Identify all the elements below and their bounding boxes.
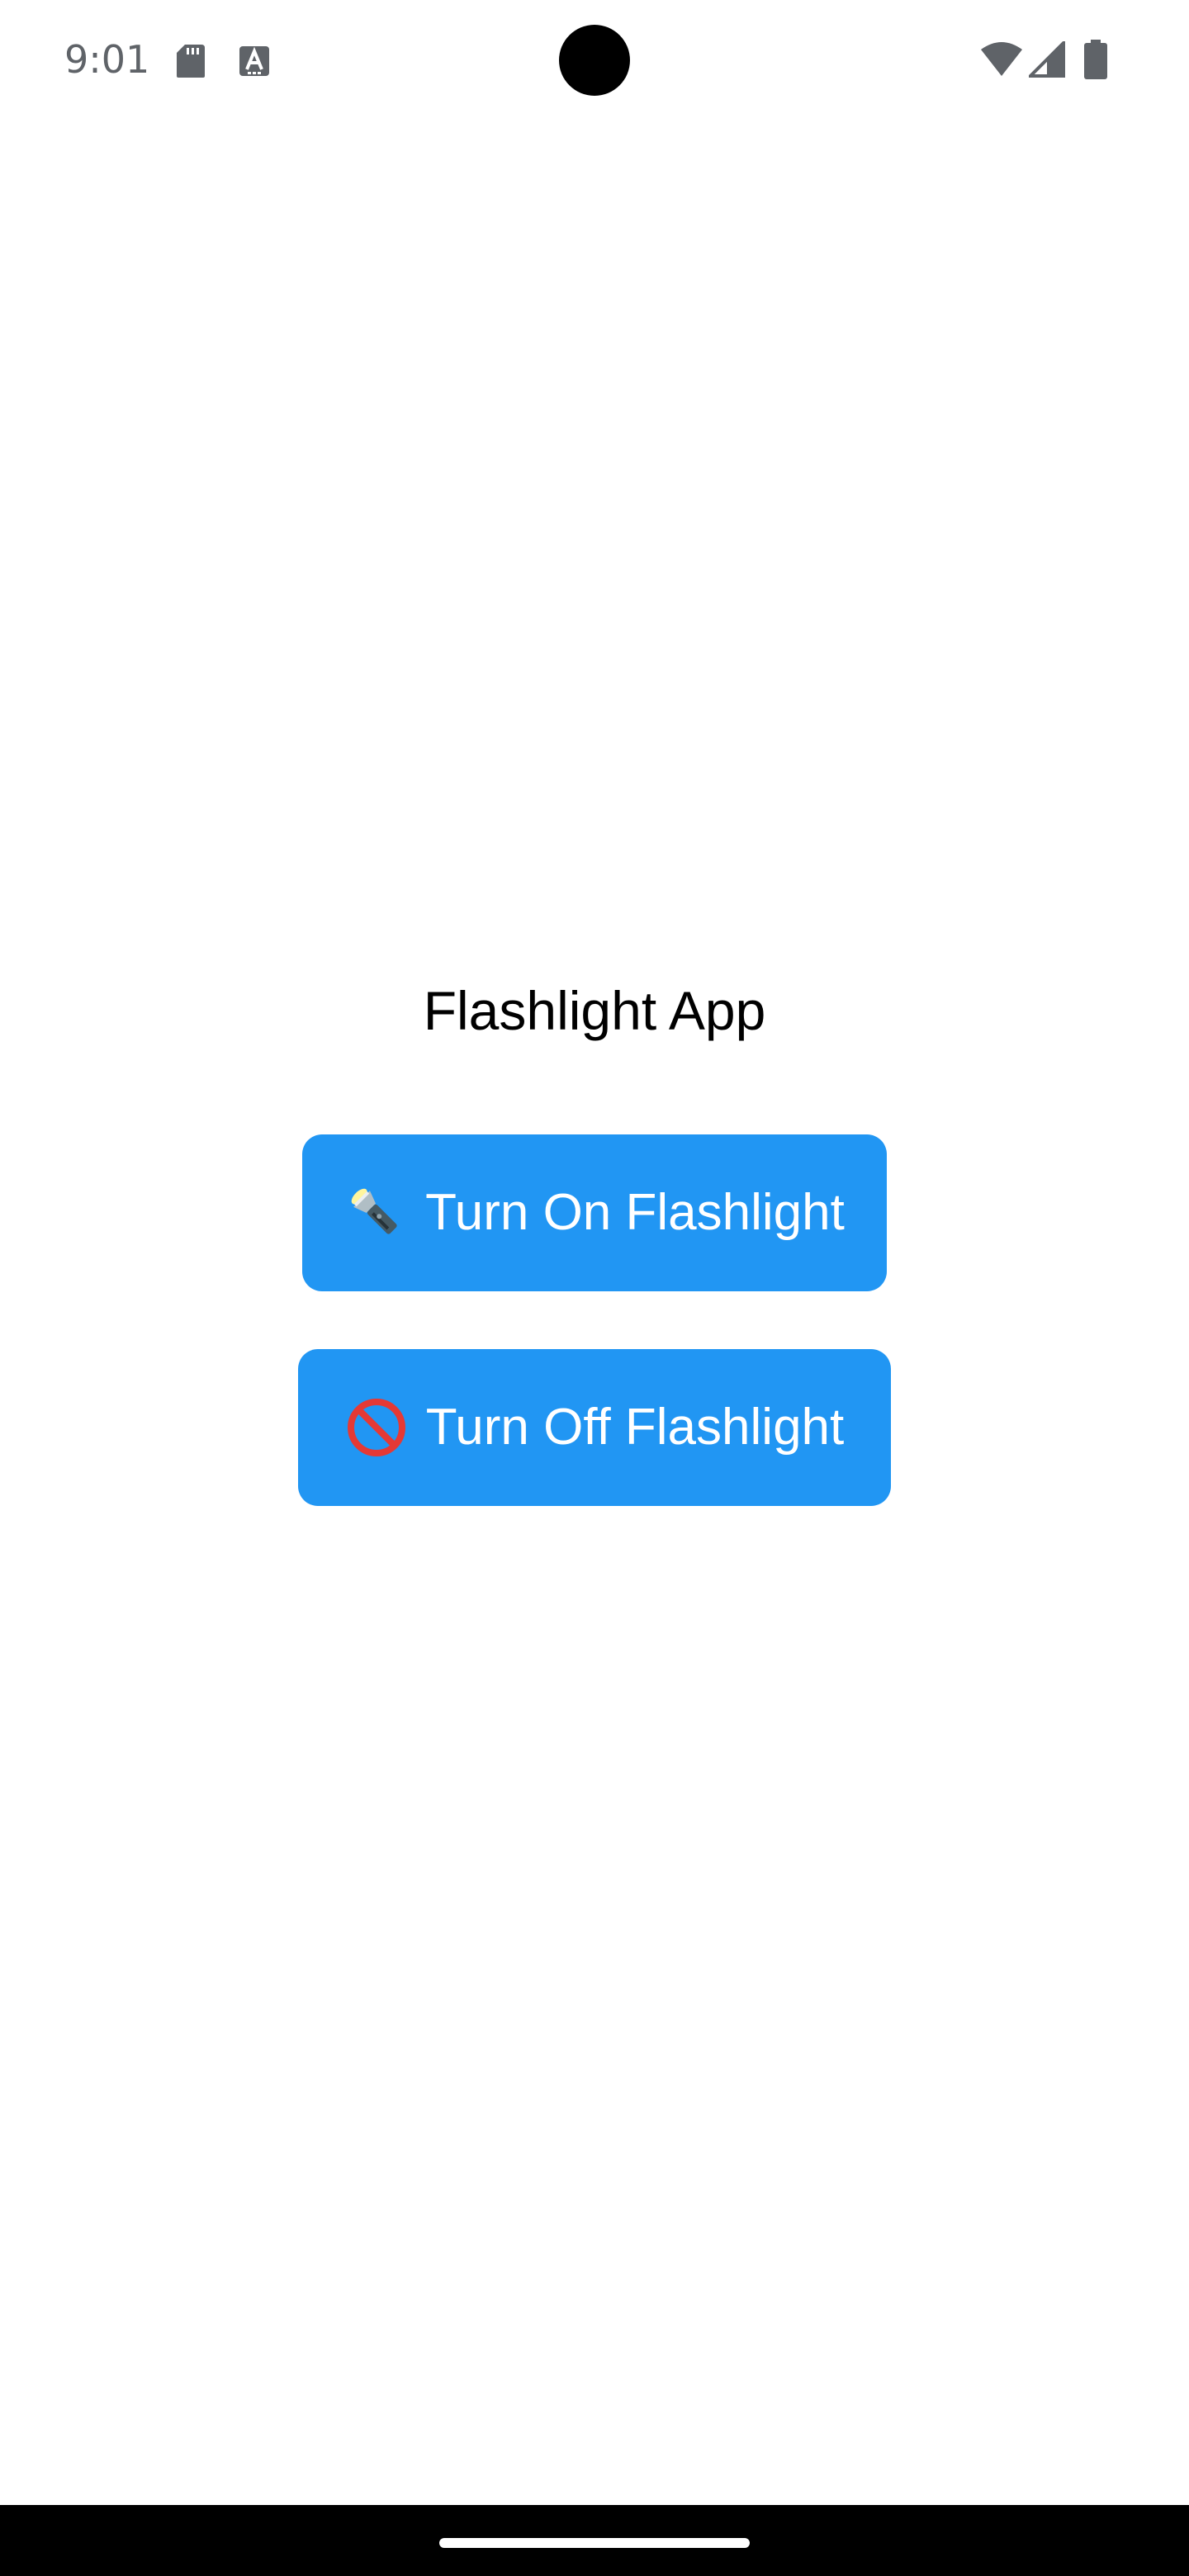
turn-off-flashlight-label: Turn Off Flashlight bbox=[425, 1399, 845, 1456]
status-bar: 9:01 bbox=[0, 0, 1189, 124]
sd-card-icon bbox=[177, 45, 205, 78]
home-gesture-handle[interactable] bbox=[439, 2538, 750, 2548]
turn-off-flashlight-button[interactable]: Turn Off Flashlight bbox=[298, 1349, 891, 1506]
flashlight-icon bbox=[351, 1188, 397, 1234]
navigation-bar bbox=[0, 2505, 1189, 2576]
prohibited-icon bbox=[347, 1399, 405, 1456]
turn-on-flashlight-label: Turn On Flashlight bbox=[425, 1184, 845, 1241]
status-time: 9:01 bbox=[64, 37, 150, 82]
cell-signal-icon bbox=[1029, 41, 1065, 78]
wifi-icon bbox=[981, 42, 1022, 76]
battery-icon bbox=[1084, 40, 1107, 79]
a-text-icon bbox=[239, 46, 269, 76]
turn-on-flashlight-button[interactable]: Turn On Flashlight bbox=[302, 1134, 887, 1291]
page-title: Flashlight App bbox=[423, 980, 766, 1041]
camera-cutout bbox=[559, 25, 630, 96]
